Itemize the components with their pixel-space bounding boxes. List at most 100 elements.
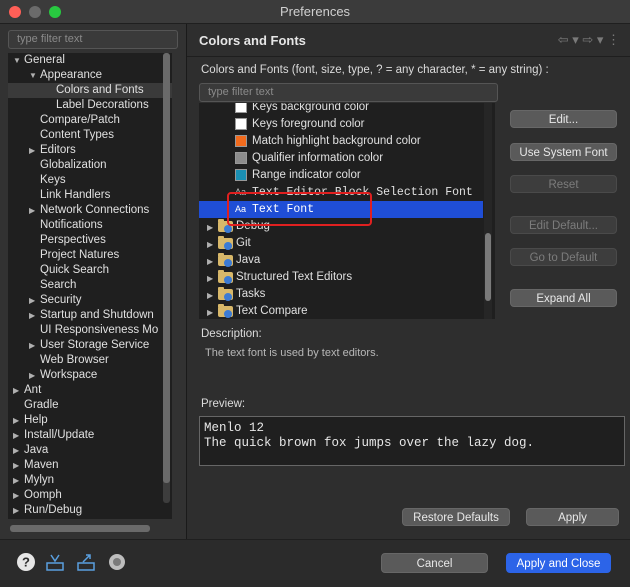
cancel-button[interactable]: Cancel [381,553,488,573]
tree-item-globalization[interactable]: Globalization [8,158,172,173]
theme-badge-icon [224,242,232,250]
expand-right-icon[interactable]: ▶ [29,308,35,323]
apply-button[interactable]: Apply [526,508,619,526]
tree-item-appearance[interactable]: ▼ Appearance [8,68,172,83]
expand-right-icon[interactable]: ▶ [207,253,213,270]
tree-item-colors-and-fonts[interactable]: Colors and Fonts [8,83,172,98]
navigation-filter-input[interactable]: type filter text [8,30,178,49]
tree-item-compare-patch[interactable]: Compare/Patch [8,113,172,128]
tree-item-label: Search [40,279,77,291]
edit-button[interactable]: Edit... [510,110,617,128]
expand-right-icon[interactable]: ▶ [207,219,213,236]
expand-right-icon[interactable]: ▶ [13,443,19,458]
expand-right-icon[interactable]: ▶ [29,338,35,353]
font-tree-item-git[interactable]: ▶ Git [199,235,483,252]
tree-item-label-decorations[interactable]: Label Decorations [8,98,172,113]
expand-all-button[interactable]: Expand All [510,289,617,307]
tree-item-ant[interactable]: ▶ Ant [8,383,172,398]
tree-horizontal-scrollbar[interactable] [10,525,150,532]
tree-item-search[interactable]: Search [8,278,172,293]
tree-item-help[interactable]: ▶ Help [8,413,172,428]
tree-item-perspectives[interactable]: Perspectives [8,233,172,248]
expand-right-icon[interactable]: ▶ [29,293,35,308]
use-system-font-button[interactable]: Use System Font [510,143,617,161]
tree-item-label: Keys [40,174,66,186]
tree-item-general[interactable]: ▼ General [8,53,172,68]
theme-badge-icon [224,225,232,233]
tree-item-ui-responsiveness-mo[interactable]: UI Responsiveness Mo [8,323,172,338]
annotation-highlight-box [227,192,372,226]
expand-down-icon[interactable]: ▼ [13,53,21,68]
export-icon[interactable] [76,552,96,572]
color-definition-label: Qualifier information color [252,152,384,164]
expand-right-icon[interactable]: ▶ [29,143,35,158]
tree-item-run-debug[interactable]: ▶ Run/Debug [8,503,172,518]
import-icon[interactable] [45,552,65,572]
tree-vertical-scrollbar[interactable] [163,53,170,503]
tree-item-user-storage-service[interactable]: ▶ User Storage Service [8,338,172,353]
expand-down-icon[interactable]: ▼ [29,68,37,83]
font-tree-item-java[interactable]: ▶ Java [199,252,483,269]
expand-right-icon[interactable]: ▶ [207,304,213,319]
edit-default-button[interactable]: Edit Default... [510,216,617,234]
expand-right-icon[interactable]: ▶ [207,270,213,287]
tree-item-java[interactable]: ▶ Java [8,443,172,458]
expand-right-icon[interactable]: ▶ [13,488,19,503]
tree-item-label: Startup and Shutdown [40,309,154,321]
font-tree-item-range-indicator-color[interactable]: Range indicator color [199,167,483,184]
tree-item-maven[interactable]: ▶ Maven [8,458,172,473]
expand-right-icon[interactable]: ▶ [207,287,213,304]
font-tree-scroll-thumb[interactable] [485,233,491,301]
expand-right-icon[interactable]: ▶ [207,236,213,253]
font-tree-item-keys-background-color[interactable]: Keys background color [199,103,483,116]
expand-right-icon[interactable]: ▶ [13,428,19,443]
tree-item-web-browser[interactable]: Web Browser [8,353,172,368]
expand-right-icon[interactable]: ▶ [29,368,35,383]
font-tree-scrollbar[interactable] [484,103,492,319]
tree-item-security[interactable]: ▶ Security [8,293,172,308]
record-icon[interactable] [107,552,127,572]
reset-button[interactable]: Reset [510,175,617,193]
tree-item-label: Perspectives [40,234,106,246]
tree-item-gradle[interactable]: Gradle [8,398,172,413]
folder-icon [218,253,233,267]
tree-item-label: Maven [24,459,59,471]
font-filter-input[interactable]: type filter text [199,83,498,102]
font-tree-item-match-highlight-background-color[interactable]: Match highlight background color [199,133,483,150]
tree-item-link-handlers[interactable]: Link Handlers [8,188,172,203]
font-tree-item-tasks[interactable]: ▶ Tasks [199,286,483,303]
font-tree-item-structured-text-editors[interactable]: ▶ Structured Text Editors [199,269,483,286]
tree-item-network-connections[interactable]: ▶ Network Connections [8,203,172,218]
history-navigation-icons[interactable]: ⇦ ▾ ⇨ ▾ ⋮ [558,32,620,48]
tree-item-workspace[interactable]: ▶ Workspace [8,368,172,383]
tree-item-startup-and-shutdown[interactable]: ▶ Startup and Shutdown [8,308,172,323]
color-swatch [235,118,247,130]
color-definition-label: Match highlight background color [252,135,421,147]
expand-right-icon[interactable]: ▶ [13,458,19,473]
tree-item-notifications[interactable]: Notifications [8,218,172,233]
font-tree-item-keys-foreground-color[interactable]: Keys foreground color [199,116,483,133]
color-definition-label: Range indicator color [252,169,361,181]
tree-item-label: Security [40,294,82,306]
expand-right-icon[interactable]: ▶ [13,473,19,488]
tree-item-project-natures[interactable]: Project Natures [8,248,172,263]
tree-item-editors[interactable]: ▶ Editors [8,143,172,158]
expand-right-icon[interactable]: ▶ [13,413,19,428]
expand-right-icon[interactable]: ▶ [29,203,35,218]
tree-item-mylyn[interactable]: ▶ Mylyn [8,473,172,488]
expand-right-icon[interactable]: ▶ [13,503,19,518]
font-tree-item-text-compare[interactable]: ▶ Text Compare [199,303,483,319]
help-icon[interactable]: ? [16,552,36,572]
expand-right-icon[interactable]: ▶ [13,383,19,398]
tree-item-keys[interactable]: Keys [8,173,172,188]
restore-defaults-button[interactable]: Restore Defaults [402,508,510,526]
apply-and-close-button[interactable]: Apply and Close [506,553,611,573]
tree-item-oomph[interactable]: ▶ Oomph [8,488,172,503]
tree-item-install-update[interactable]: ▶ Install/Update [8,428,172,443]
go-to-default-button[interactable]: Go to Default [510,248,617,266]
tree-vertical-scroll-thumb[interactable] [163,53,170,483]
tree-item-label: Label Decorations [56,99,149,111]
tree-item-quick-search[interactable]: Quick Search [8,263,172,278]
font-tree-item-qualifier-information-color[interactable]: Qualifier information color [199,150,483,167]
tree-item-content-types[interactable]: Content Types [8,128,172,143]
